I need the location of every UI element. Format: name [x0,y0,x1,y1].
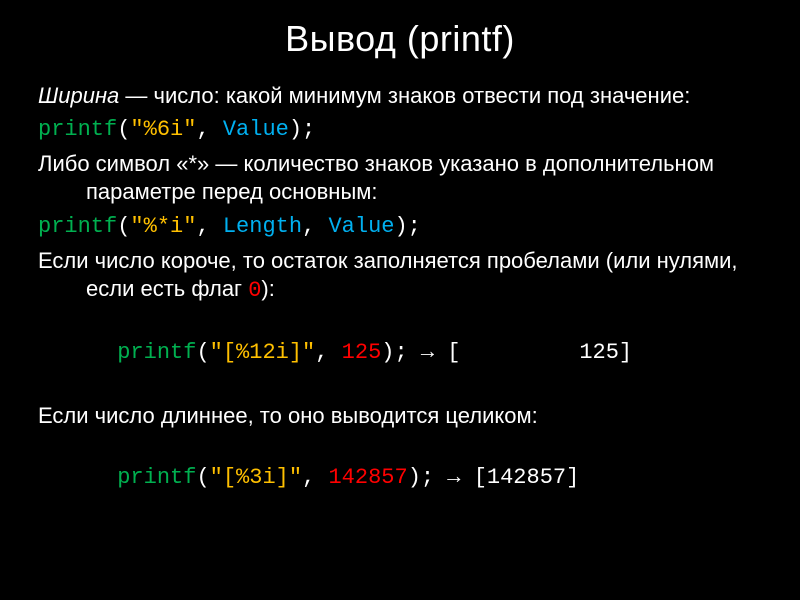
token-comma: , [196,117,222,142]
text: ): [261,276,274,301]
token-number: 125 [342,340,382,365]
token-end: ); [394,214,420,239]
arrow: → [408,340,448,365]
token-end: ); [381,340,407,365]
token-number: 142857 [328,465,407,490]
token-func: printf [117,340,196,365]
token-paren: ( [196,465,209,490]
output: [ 125] [447,340,632,365]
token-end: ); [408,465,434,490]
paragraph-width-def: Ширина — число: какой минимум знаков отв… [38,82,762,110]
token-string: "[%12i]" [210,340,316,365]
token-ident: Value [223,117,289,142]
slide: Вывод (printf) Ширина — число: какой мин… [0,0,800,600]
token-string: "%6i" [130,117,196,142]
token-string: "[%3i]" [210,465,302,490]
code-example-2: printf("%*i", Length, Value); [38,213,762,241]
text: — число: какой минимум знаков отвести по… [119,83,690,108]
code-example-4: printf("[%3i]", 142857); → [142857] [38,436,762,520]
token-comma: , [302,214,328,239]
term-width: Ширина [38,83,119,108]
token-comma: , [302,465,328,490]
flag-zero: 0 [248,278,261,303]
token-comma: , [315,340,341,365]
arrow: → [434,465,474,490]
token-func: printf [117,465,196,490]
token-ident: Length [223,214,302,239]
token-comma: , [196,214,222,239]
token-paren: ( [117,117,130,142]
token-paren: ( [117,214,130,239]
slide-content: Ширина — число: какой минимум знаков отв… [38,82,762,520]
text: Если число короче, то остаток заполняетс… [38,248,738,301]
output: [142857] [474,465,580,490]
token-func: printf [38,117,117,142]
code-example-1: printf("%6i", Value); [38,116,762,144]
token-ident: Value [328,214,394,239]
token-end: ); [289,117,315,142]
token-paren: ( [196,340,209,365]
paragraph-longer: Если число длиннее, то оно выводится цел… [38,402,762,430]
slide-title: Вывод (printf) [38,18,762,60]
paragraph-asterisk: Либо символ «*» — количество знаков указ… [38,150,762,206]
paragraph-padding: Если число короче, то остаток заполняетс… [38,247,762,305]
token-string: "%*i" [130,214,196,239]
token-func: printf [38,214,117,239]
code-example-3: printf("[%12i]", 125); → [ 125] [38,311,762,395]
